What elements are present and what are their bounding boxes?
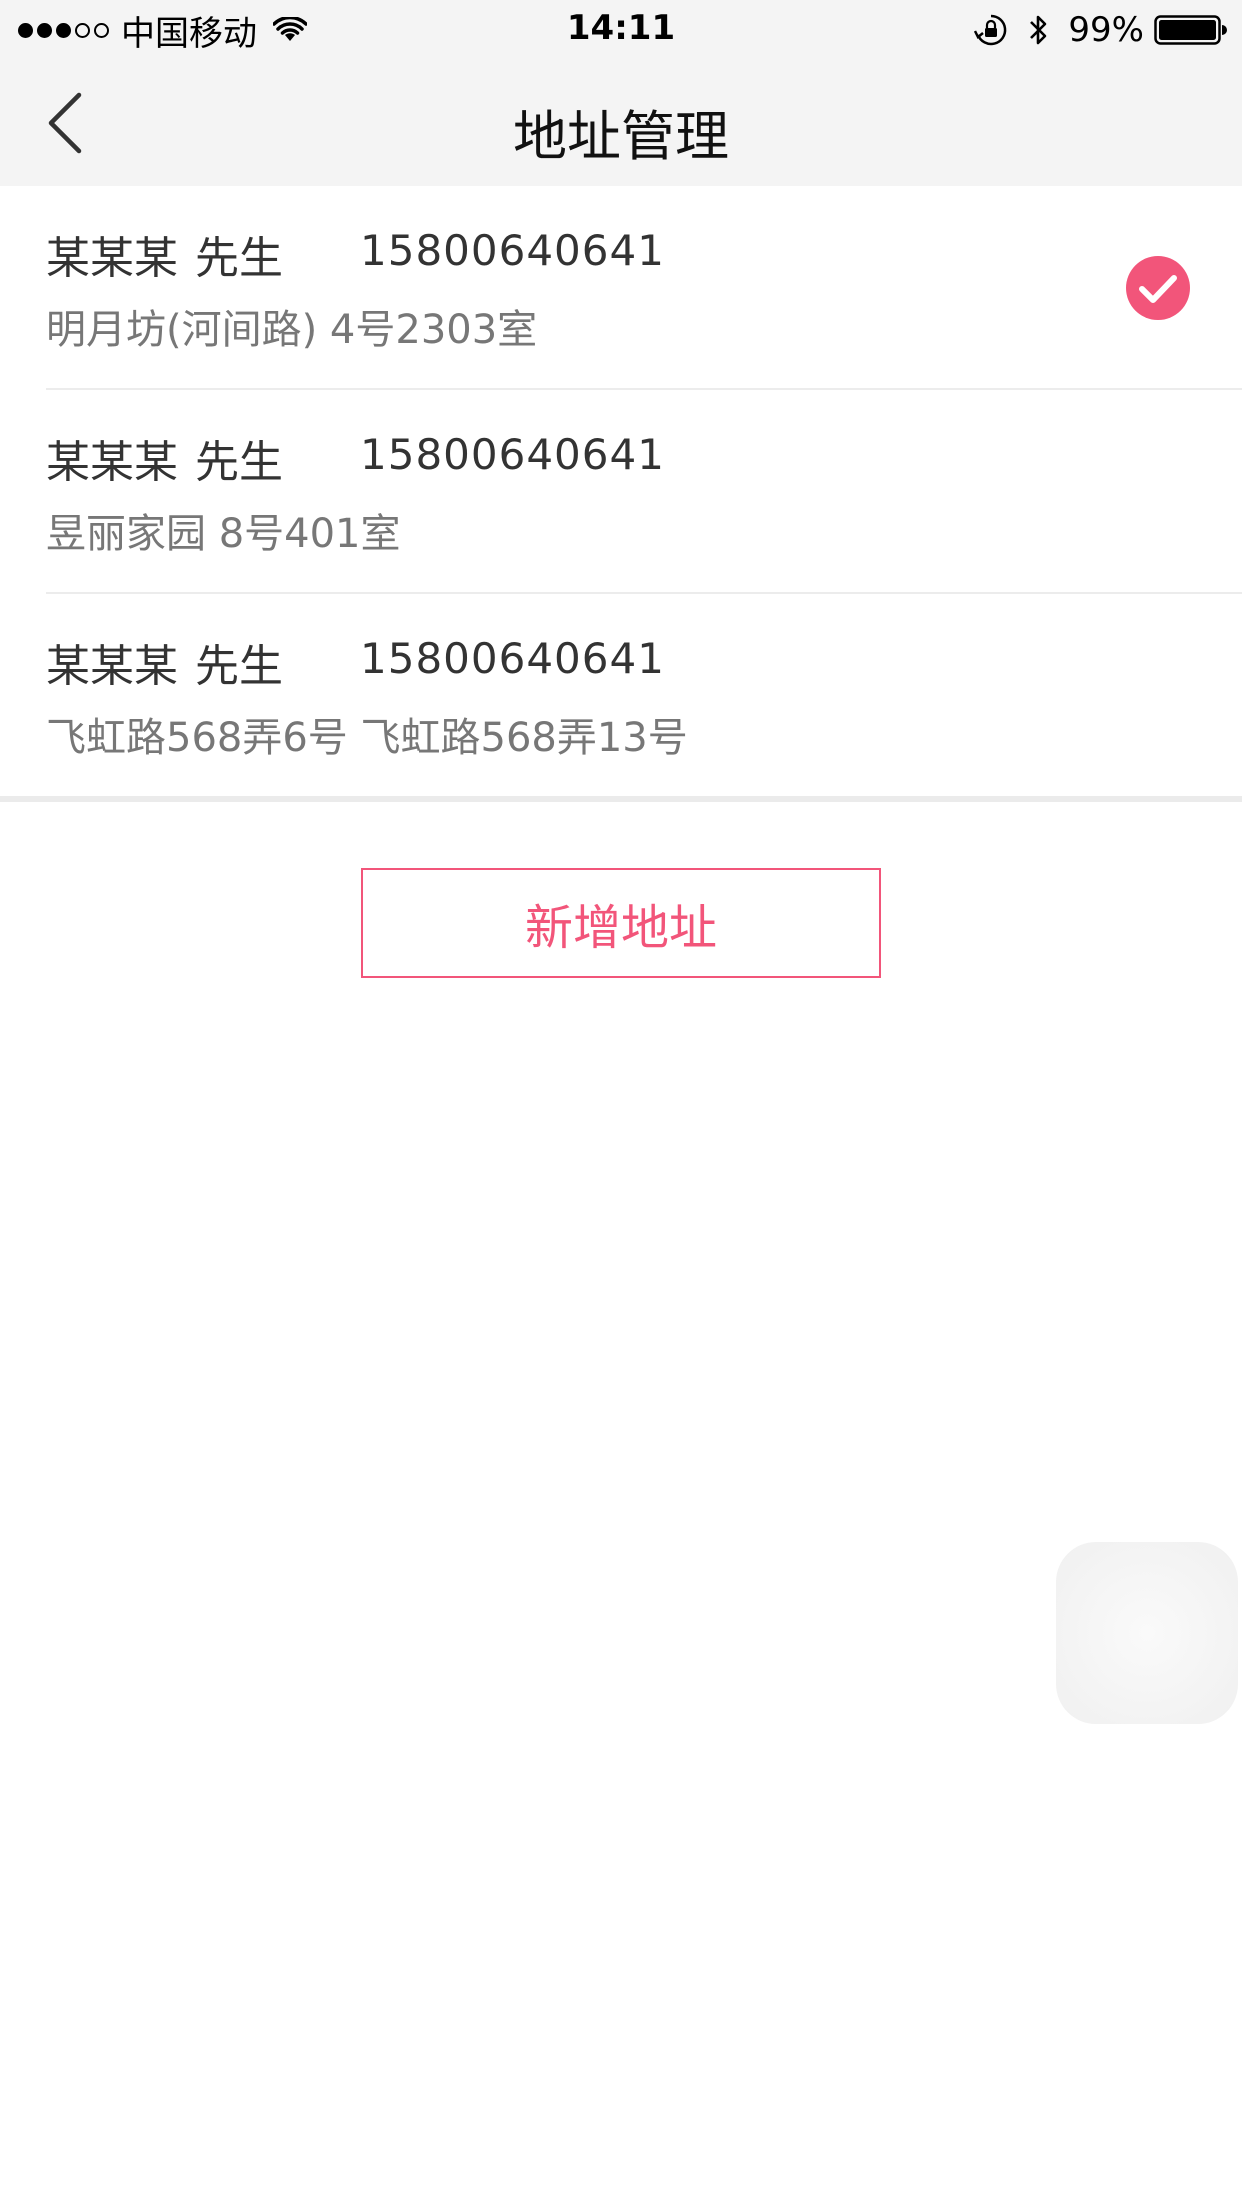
contact-title: 先生 [195,641,283,692]
address-item[interactable]: 某某某 先生 15800640641 飞虹路568弄6号 飞虹路568弄13号 [0,594,1242,798]
status-bar-left: 中国移动 [18,10,307,54]
address-detail: 明月坊(河间路) 4号2303室 [46,307,538,353]
add-address-button[interactable]: 新增地址 [361,868,881,978]
signal-dot [75,22,90,38]
signal-dot [37,22,52,38]
battery-percentage: 99% [1068,10,1144,50]
contact-name: 某某某 [46,437,178,488]
wifi-icon [273,17,307,41]
status-bar-right: 99% [974,10,1228,50]
contact-name: 某某某 [46,233,178,284]
orientation-lock-icon [974,14,1007,46]
contact-phone: 15800640641 [360,226,665,275]
assistive-touch-button[interactable] [1056,1542,1238,1724]
carrier-name: 中国移动 [121,13,257,54]
contact-phone: 15800640641 [360,430,665,479]
signal-dot [56,22,71,38]
check-circle-icon[interactable] [1126,256,1190,320]
address-item[interactable]: 某某某 先生 15800640641 昱丽家园 8号401室 [0,390,1242,594]
list-bottom-border [0,796,1242,802]
address-detail: 昱丽家园 8号401室 [46,511,401,557]
status-bar: 中国移动 14:11 99% [0,0,1242,60]
battery-icon [1154,15,1227,45]
page-title: 地址管理 [513,105,729,168]
contact-name: 某某某 [46,641,178,692]
bluetooth-icon [1030,15,1047,45]
address-detail: 飞虹路568弄6号 飞虹路568弄13号 [46,715,688,761]
address-list: 某某某 先生 15800640641 明月坊(河间路) 4号2303室 某某某 … [0,186,1242,798]
address-item[interactable]: 某某某 先生 15800640641 明月坊(河间路) 4号2303室 [0,186,1242,390]
signal-dot [18,22,33,38]
signal-strength-icon [18,22,109,38]
contact-phone: 15800640641 [360,634,665,683]
signal-dot [94,22,109,38]
navigation-bar: 地址管理 [0,60,1242,186]
contact-title: 先生 [195,233,283,284]
contact-title: 先生 [195,437,283,488]
